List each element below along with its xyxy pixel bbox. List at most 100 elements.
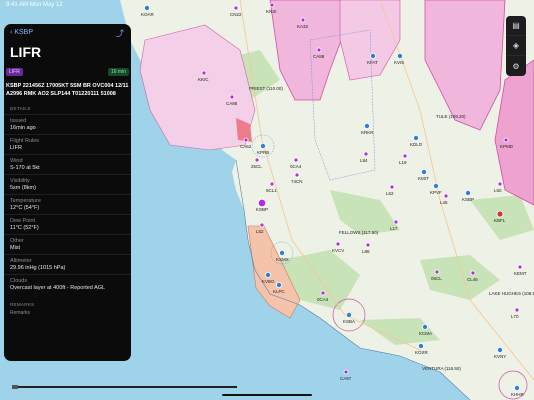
airport-marker[interactable]	[269, 181, 275, 187]
detail-label: Temperature	[10, 198, 41, 204]
airport-label: TULE (109.20)	[436, 114, 466, 119]
airport-marker[interactable]	[201, 70, 207, 76]
settings-icon[interactable]: ⚙	[506, 56, 526, 76]
airport-marker[interactable]	[233, 5, 239, 11]
detail-row: Clouds Overcast layer at 400ft - Reported…	[4, 274, 131, 294]
weather-station-marker[interactable]	[396, 53, 403, 60]
airport-label: L17	[390, 226, 398, 231]
airport-label: VENTURA (116.50)	[422, 366, 461, 371]
detail-label: Visibility	[10, 178, 30, 184]
timeline-thumb[interactable]	[12, 385, 18, 389]
airport-label: 06CL	[431, 276, 442, 281]
airport-marker[interactable]	[320, 290, 326, 296]
airport-label: CA97	[340, 376, 352, 381]
detail-row: Visibility 5sm (8km)	[4, 174, 131, 194]
airport-marker[interactable]	[365, 242, 371, 248]
airport-label: 25CL	[251, 164, 262, 169]
weather-station-marker[interactable]	[264, 271, 271, 278]
detail-value: 12°C (54°F)	[10, 205, 40, 211]
airport-label: L45	[440, 200, 448, 205]
selected-station-marker[interactable]	[257, 198, 267, 208]
layers-icon[interactable]: ▤	[506, 16, 526, 36]
airport-marker[interactable]	[470, 270, 476, 276]
stack-icon[interactable]: ◈	[506, 36, 526, 56]
airport-marker[interactable]	[443, 193, 449, 199]
detail-label: Other	[10, 238, 24, 244]
airport-label: KEMT	[514, 271, 527, 276]
airport-marker[interactable]	[269, 2, 275, 8]
metar-raw-text: KSBP 221456Z 17005KT 5SM BR OVC004 12/11…	[6, 83, 129, 97]
details-list: Issued 16min ago Flight Rules LIFR Wind S-170…	[4, 114, 131, 294]
airport-marker[interactable]	[514, 307, 520, 313]
weather-station-marker[interactable]	[417, 342, 424, 349]
timeline-scrubber[interactable]	[12, 385, 237, 389]
airport-marker[interactable]	[434, 269, 440, 275]
weather-station-marker[interactable]	[278, 249, 285, 256]
weather-station-marker[interactable]	[432, 182, 439, 189]
airport-label: KMIT	[418, 176, 429, 181]
detail-label: Wind	[10, 158, 23, 164]
airport-label: KFAT	[367, 60, 378, 65]
detail-value: 11°C (52°F)	[10, 225, 39, 231]
weather-station-marker[interactable]	[496, 346, 503, 353]
airport-marker[interactable]	[259, 222, 265, 228]
airport-marker[interactable]	[316, 47, 322, 53]
airport-label: KNSI	[266, 9, 277, 14]
status-bar: 9:41 AM Mon May 12	[6, 2, 63, 8]
airport-marker[interactable]	[254, 157, 260, 163]
weather-station-marker[interactable]	[369, 53, 376, 60]
category-badge: LIFR	[6, 68, 23, 76]
weather-station-marker[interactable]	[275, 281, 282, 288]
airport-marker[interactable]	[517, 264, 523, 270]
detail-value: 29.96 inHg (1015 hPa)	[10, 265, 66, 271]
airport-marker[interactable]	[503, 137, 509, 143]
detail-value: 16min ago	[10, 125, 36, 131]
weather-station-marker[interactable]	[345, 311, 352, 318]
weather-station-marker[interactable]	[420, 168, 427, 175]
details-header: DETAILS	[10, 106, 31, 111]
airport-marker[interactable]	[229, 94, 235, 100]
weather-station-marker[interactable]	[464, 189, 471, 196]
share-icon[interactable]: ⤴	[116, 28, 124, 39]
airport-marker[interactable]	[363, 151, 369, 157]
airport-label: KPMD	[500, 144, 514, 149]
weather-station-marker[interactable]	[496, 210, 504, 218]
weather-station-marker[interactable]	[259, 142, 266, 149]
airport-label: KVNY	[494, 354, 506, 359]
back-label: KSBP	[14, 29, 34, 36]
back-button[interactable]: ‹ KSBP	[10, 29, 125, 36]
airport-label: 74CN	[291, 179, 303, 184]
detail-row: Dew Point 11°C (52°F)	[4, 214, 131, 234]
airport-marker[interactable]	[389, 184, 395, 190]
weather-station-marker[interactable]	[514, 384, 521, 391]
airport-marker[interactable]	[497, 181, 503, 187]
airport-marker[interactable]	[300, 17, 306, 23]
airport-label: PRIEST (110.00)	[249, 86, 283, 91]
airport-marker[interactable]	[293, 157, 299, 163]
detail-label: Flight Rules	[10, 138, 40, 144]
weather-station-marker[interactable]	[143, 5, 150, 11]
airport-marker[interactable]	[335, 241, 341, 247]
airport-marker[interactable]	[294, 172, 300, 178]
weather-station-marker[interactable]	[421, 323, 428, 330]
detail-row: Temperature 12°C (54°F)	[4, 194, 131, 214]
airport-label: CA88	[313, 54, 325, 59]
airport-marker[interactable]	[393, 219, 399, 225]
flight-rules-title: LIFR	[10, 44, 42, 60]
airport-label: KVCV	[332, 248, 344, 253]
weather-station-marker[interactable]	[412, 134, 419, 141]
weather-station-marker[interactable]	[363, 123, 370, 130]
airport-label: 0CA4	[290, 164, 302, 169]
detail-value: Mist	[10, 245, 21, 251]
detail-label: Clouds	[10, 278, 28, 284]
airport-label: 9CL1	[266, 188, 277, 193]
airport-label: CA62	[240, 144, 252, 149]
airport-marker[interactable]	[343, 369, 349, 375]
airport-marker[interactable]	[243, 137, 249, 143]
airport-marker[interactable]	[402, 153, 408, 159]
metar-panel: ‹ KSBP ⤴ LIFR LIFR 16 min KSBP 221456Z 1…	[4, 24, 131, 361]
map-controls: ▤ ◈ ⚙	[506, 16, 526, 76]
airport-label: KSBA	[343, 319, 355, 324]
detail-value: S-170 at 5kt	[10, 165, 40, 171]
airport-label: KPRB	[257, 150, 269, 155]
